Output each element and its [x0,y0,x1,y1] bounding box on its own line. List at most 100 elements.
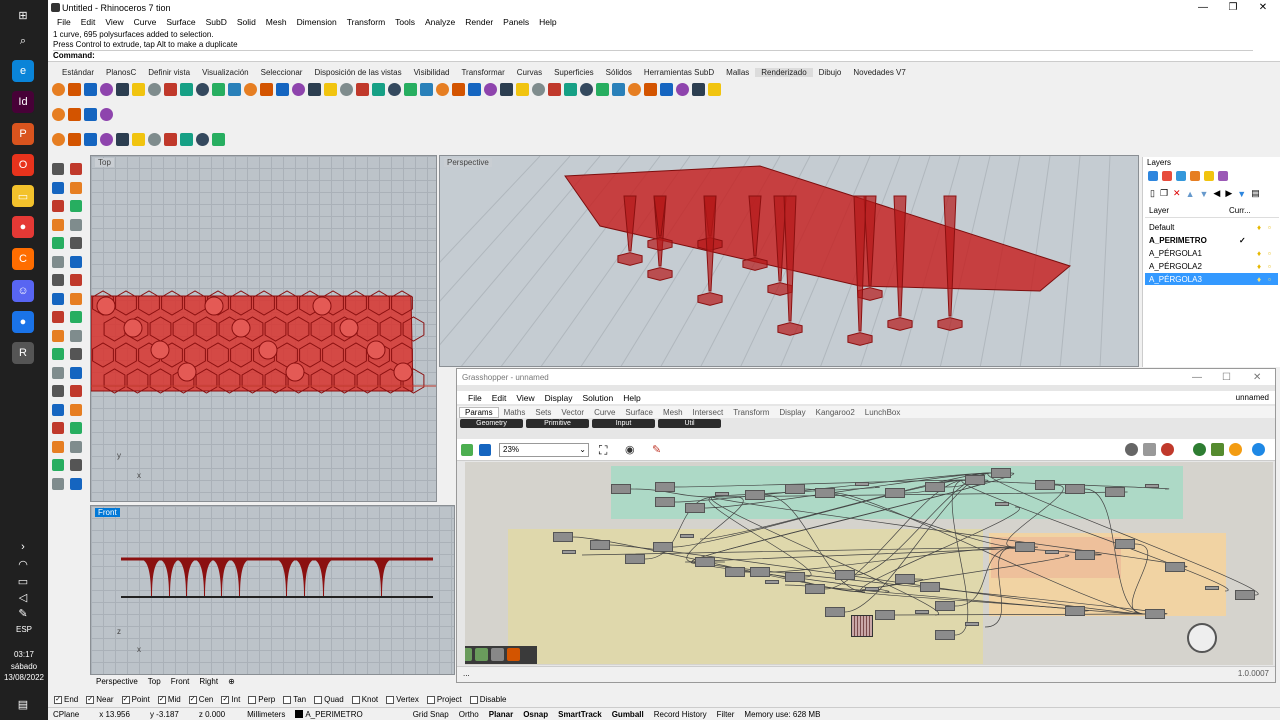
toolbar-tool-icon[interactable] [52,107,65,121]
gh-component[interactable] [655,482,675,492]
tab-visualizacion[interactable]: Visualización [196,68,255,77]
gh-tab-params[interactable]: Params [459,406,499,418]
side-tool-icon[interactable] [52,237,64,249]
restore-icon[interactable]: ❐ [1218,0,1248,15]
layers-icon[interactable] [1148,171,1158,181]
status-cplane[interactable]: CPlane [48,710,84,719]
gh-component[interactable] [685,503,705,513]
tab-solidos[interactable]: Sólidos [600,68,638,77]
light-icon[interactable] [1190,171,1200,181]
gh-tab-curve[interactable]: Curve [589,408,620,417]
gh-menu-help[interactable]: Help [618,393,645,403]
checkbox[interactable] [283,695,292,704]
lock-icon[interactable]: ▫ [1268,262,1271,271]
side-tool-icon[interactable] [70,163,82,175]
menu-mesh[interactable]: Mesh [261,17,292,27]
side-tool-icon[interactable] [52,440,64,453]
toolbar-tool-icon[interactable] [372,82,385,96]
status-toggle-planar[interactable]: Planar [484,710,518,719]
gh-component[interactable] [965,622,979,626]
side-tool-icon[interactable] [70,403,82,416]
toolbar-tool-icon[interactable] [500,82,513,96]
toolbar-tool-icon[interactable] [68,107,81,121]
powerpoint-icon[interactable]: P [12,123,34,145]
toolbar-tool-icon[interactable] [580,82,593,96]
gh-subtab-util[interactable]: Util [658,419,721,428]
viewport-tab-right[interactable]: Right [199,677,218,689]
side-tool-icon[interactable] [70,440,82,453]
toolbar-tool-icon[interactable] [324,82,337,96]
osnap-project[interactable]: Project [426,695,462,704]
library-icon[interactable] [1218,171,1228,181]
menu-file[interactable]: File [52,17,76,27]
side-tool-icon[interactable] [52,477,64,490]
tab-dibujo[interactable]: Dibujo [813,68,848,77]
tab-superficies[interactable]: Superficies [548,68,600,77]
search-icon[interactable]: ⌕ [12,30,34,52]
toolbar-tool-icon[interactable] [292,82,305,96]
tab-transformar[interactable]: Transformar [455,68,510,77]
side-tool-icon[interactable] [52,403,64,416]
side-tool-icon[interactable] [52,329,64,342]
side-tool-icon[interactable] [52,366,64,379]
viewport-front[interactable]: z x Front [90,505,455,675]
bake-icon[interactable] [1229,443,1242,456]
status-toggle-record-history[interactable]: Record History [649,710,712,719]
tab-planosc[interactable]: PlanosC [100,68,142,77]
tab-visibilidad[interactable]: Visibilidad [408,68,456,77]
gh-component[interactable] [750,567,770,577]
gh-menu-file[interactable]: File [463,393,487,403]
gh-tab-intersect[interactable]: Intersect [688,408,729,417]
menu-transform[interactable]: Transform [342,17,390,27]
gh-component[interactable] [745,490,765,500]
toolbar-tool-icon[interactable] [148,132,161,146]
gh-component[interactable] [935,630,955,640]
status-toggle-filter[interactable]: Filter [712,710,740,719]
gh-component[interactable] [1145,484,1159,488]
gh-component[interactable] [920,582,940,592]
gh-component[interactable] [1015,542,1035,552]
tab-seleccionar[interactable]: Seleccionar [255,68,309,77]
notifications-icon[interactable]: ▤ [12,693,34,715]
gh-tab-sets[interactable]: Sets [530,408,556,417]
osnap-end[interactable]: ✓ End [54,695,78,704]
side-tool-icon[interactable] [70,200,82,212]
toolbar-tool-icon[interactable] [180,82,193,96]
status-toggle-gumball[interactable]: Gumball [607,710,649,719]
menu-solid[interactable]: Solid [232,17,261,27]
gh-component[interactable] [1145,609,1165,619]
pen-icon[interactable]: ✎ [12,602,34,624]
paint-icon[interactable]: ✎ [652,443,661,456]
checkbox[interactable] [386,695,395,704]
toolbar-tool-icon[interactable] [548,82,561,96]
menu-render[interactable]: Render [460,17,498,27]
folder-icon[interactable] [1204,171,1214,181]
status-toggle-smarttrack[interactable]: SmartTrack [553,710,607,719]
side-tool-icon[interactable] [70,311,82,323]
toolbar-tool-icon[interactable] [84,132,97,146]
tab-herramientas-subd[interactable]: Herramientas SubD [638,68,720,77]
tab-definir-vista[interactable]: Definir vista [142,68,196,77]
viewport-tab-front[interactable]: Front [171,677,190,689]
checkbox[interactable]: ✓ [157,695,166,704]
checkbox[interactable] [248,695,257,704]
gh-subtab-primitive[interactable]: Primitive [526,419,589,428]
menu-surface[interactable]: Surface [161,17,200,27]
viewport-perspective[interactable]: Perspective [439,155,1139,367]
preview-wire-icon[interactable] [1143,443,1156,456]
viewport-label-front[interactable]: Front [95,508,120,517]
side-tool-icon[interactable] [52,311,64,323]
gh-menu-solution[interactable]: Solution [578,393,619,403]
side-tool-icon[interactable] [52,459,64,471]
toolbar-tool-icon[interactable] [68,82,81,96]
toolbar-tool-icon[interactable] [660,82,673,96]
close-icon[interactable]: ✕ [1253,372,1261,383]
gh-component[interactable] [553,532,573,542]
osnap-tan[interactable]: Tan [283,695,306,704]
gh-component[interactable] [815,488,835,498]
toolbar-tool-icon[interactable] [276,82,289,96]
side-tool-icon[interactable] [70,292,82,305]
toolbar-tool-icon[interactable] [628,82,641,96]
checkbox[interactable] [469,695,478,704]
side-tool-icon[interactable] [70,237,82,249]
